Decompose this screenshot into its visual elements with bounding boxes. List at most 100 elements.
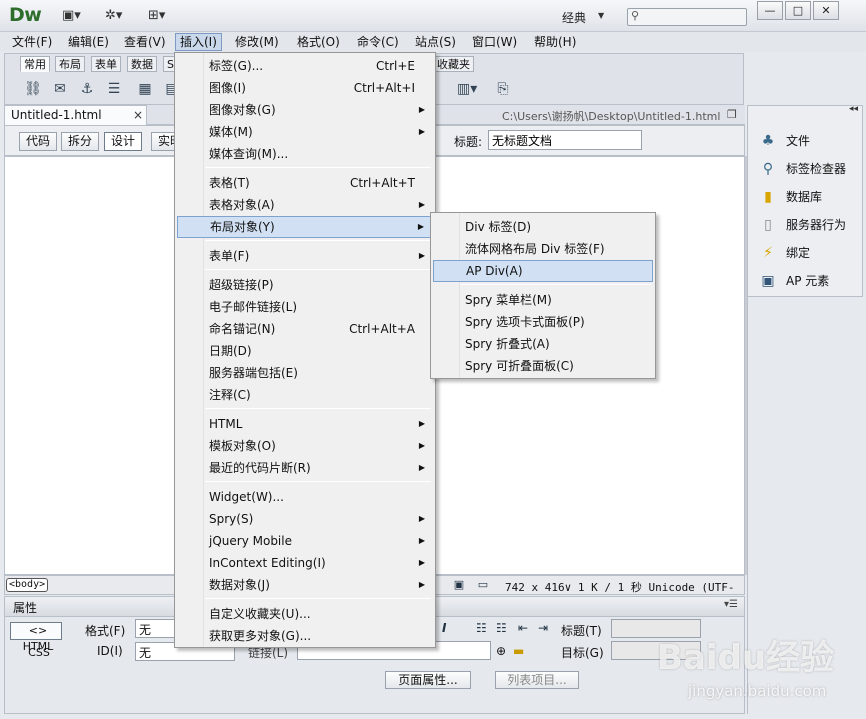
outdent-icon[interactable]: ⇤ bbox=[518, 621, 528, 635]
menu-separator bbox=[205, 408, 431, 409]
layout-submenu-item[interactable]: AP Div(A) bbox=[433, 260, 653, 282]
document-tab[interactable]: Untitled-1.html × bbox=[4, 105, 147, 125]
insert-menu-item[interactable]: 命名锚记(N) Ctrl+Alt+A bbox=[177, 318, 433, 340]
italic-icon[interactable]: I bbox=[442, 621, 446, 635]
help-search-input[interactable]: ⚲ bbox=[627, 8, 747, 26]
submenu-arrow-icon: ▶ bbox=[418, 580, 425, 589]
layout-submenu-item[interactable]: 流体网格布局 Div 标签(F) bbox=[433, 238, 653, 260]
insert-menu-item[interactable]: 媒体查询(M)... bbox=[177, 143, 433, 165]
insert-menu-item[interactable]: 最近的代码片断(R) ▶ bbox=[177, 457, 433, 479]
tag-chooser-icon[interactable]: ⎘ bbox=[493, 79, 513, 99]
insert-menu-item[interactable]: InContext Editing(I) ▶ bbox=[177, 552, 433, 574]
canvas-scrollbar[interactable] bbox=[745, 156, 747, 575]
insert-menu-item[interactable]: HTML ▶ bbox=[177, 413, 433, 435]
sitemap-icon: ♣ bbox=[761, 133, 775, 149]
submenu-arrow-icon: ▶ bbox=[418, 105, 425, 114]
insert-menu-item[interactable]: 标签(G)... Ctrl+E bbox=[177, 55, 433, 77]
insert-menu-item[interactable]: Spry(S) ▶ bbox=[177, 508, 433, 530]
panel-server-behaviors[interactable]: ▯ 服务器行为 bbox=[758, 214, 846, 236]
layout-submenu-item[interactable]: Div 标签(D) bbox=[433, 216, 653, 238]
menu-help[interactable]: 帮助(H) bbox=[530, 33, 580, 51]
insert-menu-item[interactable]: Widget(W)... bbox=[177, 486, 433, 508]
email-link-icon[interactable]: ✉ bbox=[50, 79, 70, 99]
properties-title: 属性 bbox=[13, 601, 38, 615]
panel-databases[interactable]: ▮ 数据库 bbox=[758, 186, 822, 208]
chevron-down-icon[interactable]: ▼ bbox=[598, 11, 604, 20]
panel-options-icon[interactable]: ▾☰ bbox=[724, 599, 738, 610]
hyperlink-icon[interactable]: ⛓ bbox=[23, 79, 43, 99]
insert-menu-item[interactable]: 布局对象(Y) ▶ bbox=[177, 216, 433, 238]
menu-modify[interactable]: 修改(M) bbox=[231, 33, 283, 51]
named-anchor-icon[interactable]: ⚓ bbox=[77, 79, 97, 99]
insert-menu-item[interactable]: 注释(C) bbox=[177, 384, 433, 406]
horizontal-rule-icon[interactable]: ☰ bbox=[104, 79, 124, 99]
panel-tag-inspector[interactable]: ⚲ 标签检查器 bbox=[758, 158, 846, 180]
maximize-button[interactable]: □ bbox=[785, 1, 811, 20]
insert-menu-item[interactable]: 媒体(M) ▶ bbox=[177, 121, 433, 143]
menu-site[interactable]: 站点(S) bbox=[411, 33, 460, 51]
menu-file[interactable]: 文件(F) bbox=[8, 33, 56, 51]
collapse-panel-icon[interactable]: ◂◂ bbox=[849, 104, 858, 114]
template-icon[interactable]: ▥▾ bbox=[457, 79, 477, 99]
layout-submenu-item[interactable]: Spry 选项卡式面板(P) bbox=[433, 311, 653, 333]
insert-menu-item[interactable]: 电子邮件链接(L) bbox=[177, 296, 433, 318]
insert-menu-item[interactable]: 超级链接(P) bbox=[177, 274, 433, 296]
document-title-input[interactable] bbox=[488, 130, 642, 150]
point-to-file-icon[interactable]: ⊕ bbox=[496, 644, 506, 658]
tab-forms[interactable]: 表单 bbox=[91, 56, 121, 72]
workspace-switcher[interactable]: 经典 bbox=[562, 9, 586, 26]
unordered-list-icon[interactable]: ☷ bbox=[476, 621, 487, 635]
design-view-button[interactable]: 设计 bbox=[104, 132, 143, 151]
panel-databases-label: 数据库 bbox=[786, 190, 823, 204]
panel-files[interactable]: ♣ 文件 bbox=[758, 130, 810, 152]
insert-menu-item[interactable]: 表格(T) Ctrl+Alt+T bbox=[177, 172, 433, 194]
minimize-button[interactable]: — bbox=[757, 1, 783, 20]
layout-submenu-item[interactable]: Spry 菜单栏(M) bbox=[433, 289, 653, 311]
insert-menu-item[interactable]: 表单(F) ▶ bbox=[177, 245, 433, 267]
site-manager-icon[interactable]: ⊞▾ bbox=[148, 8, 165, 24]
tab-data[interactable]: 数据 bbox=[127, 56, 157, 72]
code-view-button[interactable]: 代码 bbox=[19, 132, 58, 151]
panel-bindings[interactable]: ⚡ 绑定 bbox=[758, 242, 810, 264]
restore-window-icon[interactable]: ❐ bbox=[727, 108, 737, 121]
indent-icon[interactable]: ⇥ bbox=[538, 621, 548, 635]
split-view-button[interactable]: 拆分 bbox=[61, 132, 100, 151]
list-item-button[interactable]: 列表项目... bbox=[495, 671, 579, 689]
close-tab-icon[interactable]: × bbox=[133, 108, 143, 122]
tab-common[interactable]: 常用 bbox=[20, 56, 50, 72]
tab-layout[interactable]: 布局 bbox=[55, 56, 85, 72]
insert-menu-item[interactable]: 获取更多对象(G)... bbox=[177, 625, 433, 647]
insert-menu-item[interactable]: 自定义收藏夹(U)... bbox=[177, 603, 433, 625]
insert-menu-item[interactable]: 日期(D) bbox=[177, 340, 433, 362]
insert-menu-item[interactable]: 图像(I) Ctrl+Alt+I bbox=[177, 77, 433, 99]
insert-menu-item[interactable]: jQuery Mobile ▶ bbox=[177, 530, 433, 552]
page-properties-button[interactable]: 页面属性... bbox=[385, 671, 471, 689]
menu-insert[interactable]: 插入(I) bbox=[175, 33, 222, 51]
insert-menu-item[interactable]: 图像对象(G) ▶ bbox=[177, 99, 433, 121]
folder-icon[interactable]: ▬ bbox=[513, 644, 524, 658]
insert-menu-item[interactable]: 表格对象(A) ▶ bbox=[177, 194, 433, 216]
tag-selector-body[interactable]: <body> bbox=[6, 578, 49, 592]
layout-submenu-item-label: Spry 折叠式(A) bbox=[465, 337, 550, 351]
menu-window[interactable]: 窗口(W) bbox=[468, 33, 521, 51]
window-size-icon[interactable]: ▭ bbox=[475, 578, 491, 592]
tab-favorites[interactable]: 收藏夹 bbox=[433, 56, 474, 72]
gear-icon[interactable]: ✲▾ bbox=[105, 8, 122, 24]
menu-view[interactable]: 查看(V) bbox=[120, 33, 170, 51]
zoom-tool-icon[interactable]: ▣ bbox=[451, 578, 467, 592]
table-icon[interactable]: ▦ bbox=[135, 79, 155, 99]
panel-ap-elements[interactable]: ▣ AP 元素 bbox=[758, 270, 829, 292]
menu-commands[interactable]: 命令(C) bbox=[353, 33, 403, 51]
insert-menu-item[interactable]: 服务器端包括(E) bbox=[177, 362, 433, 384]
menu-edit[interactable]: 编辑(E) bbox=[64, 33, 113, 51]
close-button[interactable]: ✕ bbox=[813, 1, 839, 20]
layout-submenu-item[interactable]: Spry 折叠式(A) bbox=[433, 333, 653, 355]
insert-menu-item[interactable]: 数据对象(J) ▶ bbox=[177, 574, 433, 596]
ordered-list-icon[interactable]: ☷ bbox=[496, 621, 507, 635]
layout-submenu-item[interactable]: Spry 可折叠面板(C) bbox=[433, 355, 653, 377]
layout-switcher-icon[interactable]: ▣▾ bbox=[62, 8, 81, 24]
css-mode-button[interactable]: CSS bbox=[10, 645, 62, 663]
html-mode-button[interactable]: <> HTML bbox=[10, 622, 62, 653]
insert-menu-item[interactable]: 模板对象(O) ▶ bbox=[177, 435, 433, 457]
menu-format[interactable]: 格式(O) bbox=[293, 33, 344, 51]
